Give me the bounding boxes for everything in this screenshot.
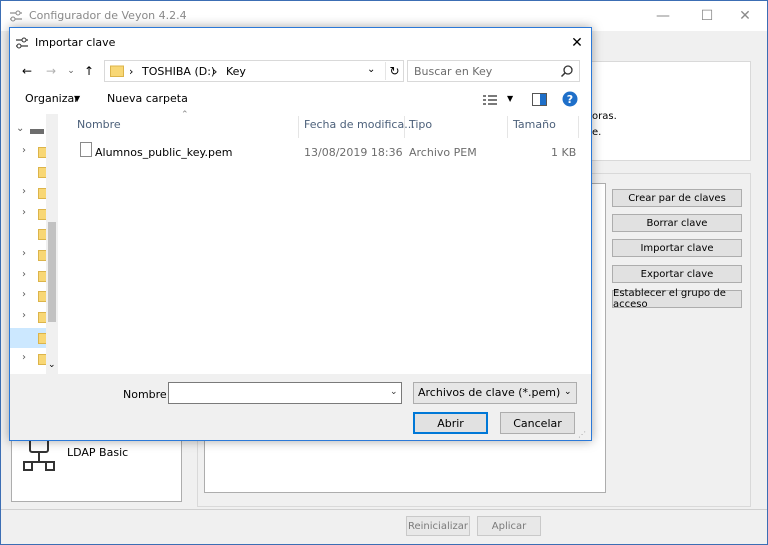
set-access-group-button[interactable]: Establecer el grupo de acceso: [612, 288, 742, 310]
column-header-type[interactable]: Tipo: [409, 118, 432, 138]
file-type: Archivo PEM: [409, 146, 477, 159]
apply-button[interactable]: Aplicar: [477, 516, 541, 536]
sort-ascending-icon: ⌃: [181, 110, 189, 120]
resize-grip-icon[interactable]: ⋰: [578, 430, 586, 439]
organize-dropdown-icon[interactable]: ▼: [74, 94, 80, 103]
file-size: 1 KB: [551, 146, 577, 159]
up-arrow-icon[interactable]: ↑: [80, 62, 98, 80]
file-name: Alumnos_public_key.pem: [95, 146, 233, 159]
chevron-right-icon[interactable]: ›: [22, 269, 26, 280]
reset-button[interactable]: Reinicializar: [406, 516, 470, 536]
new-folder-button[interactable]: Nueva carpeta: [107, 92, 188, 105]
import-key-dialog: Importar clave ✕ ← → ⌄ ↑ › TOSHIBA (D:) …: [9, 27, 592, 441]
chevron-right-icon[interactable]: ›: [22, 145, 26, 156]
file-icon: [80, 142, 92, 157]
cancel-button[interactable]: Cancelar: [500, 412, 575, 434]
address-dropdown-chevron-icon[interactable]: ⌄: [367, 64, 375, 75]
import-key-button[interactable]: Importar clave: [612, 239, 742, 257]
network-server-icon: [23, 436, 55, 471]
description-panel: oras. e.: [591, 61, 751, 161]
file-list[interactable]: ⌃ Nombre Fecha de modifica... Tipo Tamañ…: [60, 110, 591, 374]
scroll-down-chevron-icon[interactable]: ⌄: [48, 360, 56, 370]
column-header-size[interactable]: Tamaño: [513, 118, 556, 138]
tree-scrollbar[interactable]: ⌄: [46, 114, 58, 374]
organize-menu[interactable]: Organizar: [25, 92, 79, 105]
address-bar[interactable]: › TOSHIBA (D:) › Key ⌄ ↻: [104, 60, 404, 82]
minimize-button[interactable]: —: [641, 1, 685, 31]
chevron-right-icon[interactable]: ›: [22, 248, 26, 259]
help-icon[interactable]: ?: [562, 91, 578, 107]
file-type-value: Archivos de clave (*.pem): [418, 386, 561, 399]
delete-key-button[interactable]: Borrar clave: [612, 214, 742, 232]
open-button[interactable]: Abrir: [413, 412, 488, 434]
ldap-basic-label: LDAP Basic: [67, 446, 129, 459]
dialog-titlebar: Importar clave ✕: [10, 28, 591, 58]
filename-label: Nombre:: [123, 388, 171, 401]
column-divider[interactable]: [298, 116, 299, 138]
file-date: 13/08/2019 18:36: [304, 146, 403, 159]
chevron-down-icon[interactable]: ⌄: [564, 387, 572, 397]
refresh-icon[interactable]: ↻: [385, 62, 403, 80]
description-text-fragment: e.: [592, 127, 602, 138]
filename-dropdown-chevron-icon[interactable]: ⌄: [390, 387, 398, 397]
column-divider[interactable]: [578, 116, 579, 138]
main-window-title: Configurador de Veyon 4.2.4: [29, 9, 187, 22]
export-key-button[interactable]: Exportar clave: [612, 265, 742, 283]
command-bar: Organizar ▼ Nueva carpeta ▼ ?: [10, 86, 591, 112]
settings-sliders-icon: [10, 10, 22, 22]
drive-icon: [30, 129, 44, 134]
search-icon: [560, 65, 573, 78]
chevron-right-icon[interactable]: ›: [22, 207, 26, 218]
close-button[interactable]: ✕: [723, 1, 767, 31]
recent-locations-chevron-icon[interactable]: ⌄: [62, 62, 80, 80]
help-glyph: ?: [567, 93, 573, 106]
chevron-right-icon[interactable]: ›: [22, 352, 26, 363]
search-input[interactable]: Buscar en Key: [407, 60, 580, 82]
breadcrumb-separator: ›: [213, 65, 218, 78]
dialog-footer: Nombre: ⌄ Archivos de clave (*.pem) ⌄ Ab…: [10, 374, 591, 440]
chevron-down-icon[interactable]: ⌄: [16, 123, 24, 134]
view-options-icon[interactable]: [483, 94, 497, 106]
chevron-right-icon[interactable]: ›: [22, 289, 26, 300]
column-divider[interactable]: [507, 116, 508, 138]
tree-scrollbar-thumb[interactable]: [48, 222, 56, 322]
forward-arrow-icon[interactable]: →: [42, 62, 60, 80]
dialog-close-button[interactable]: ✕: [563, 28, 591, 58]
breadcrumb-separator: ›: [129, 65, 134, 78]
folder-icon: [110, 65, 124, 77]
view-dropdown-icon[interactable]: ▼: [507, 94, 513, 103]
search-placeholder: Buscar en Key: [414, 65, 493, 78]
file-type-select[interactable]: Archivos de clave (*.pem) ⌄: [413, 382, 577, 404]
filename-input[interactable]: [168, 382, 402, 404]
create-key-pair-button[interactable]: Crear par de claves: [612, 189, 742, 207]
column-header-date[interactable]: Fecha de modifica...: [304, 118, 415, 138]
ldap-basic-item[interactable]: LDAP Basic: [11, 431, 182, 502]
chevron-right-icon[interactable]: ›: [22, 310, 26, 321]
settings-sliders-icon: [16, 37, 28, 49]
description-text-fragment: oras.: [592, 111, 617, 122]
navigation-bar: ← → ⌄ ↑ › TOSHIBA (D:) › Key ⌄ ↻ Buscar …: [10, 58, 591, 84]
breadcrumb-key[interactable]: Key: [226, 65, 246, 78]
chevron-right-icon[interactable]: ›: [22, 186, 26, 197]
divider: [1, 509, 767, 510]
back-arrow-icon[interactable]: ←: [18, 62, 36, 80]
breadcrumb-drive[interactable]: TOSHIBA (D:): [142, 65, 215, 78]
preview-pane-icon[interactable]: [532, 93, 547, 106]
dialog-title: Importar clave: [35, 36, 116, 49]
column-header-name[interactable]: Nombre: [77, 118, 121, 138]
column-divider[interactable]: [404, 116, 405, 138]
